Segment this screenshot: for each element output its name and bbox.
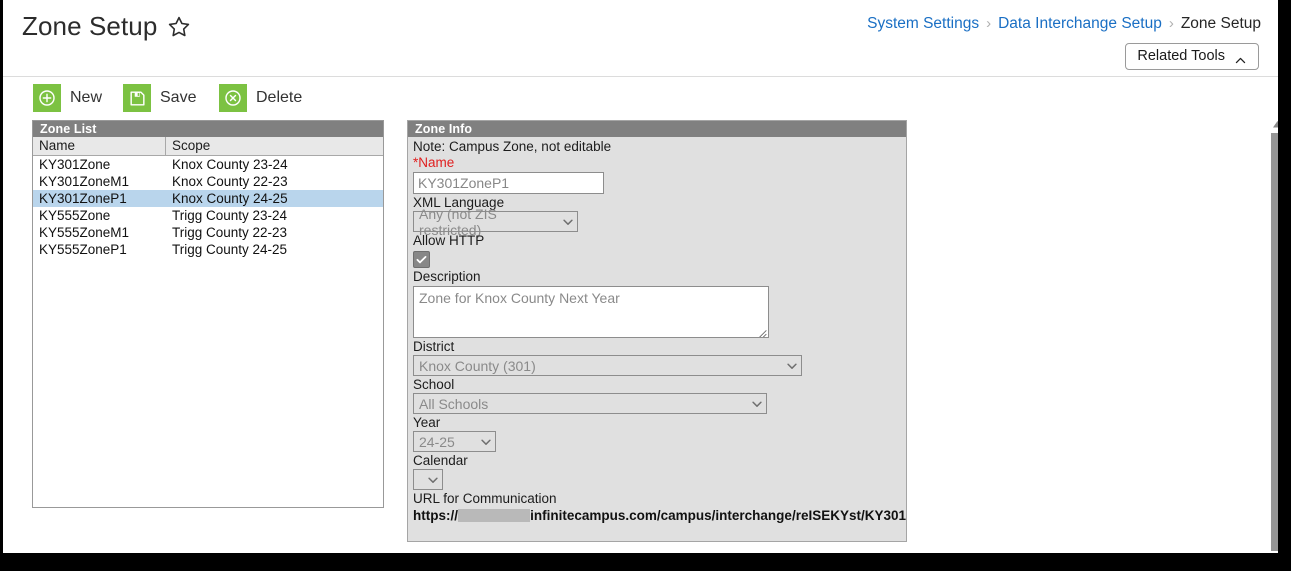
cell-name: KY301Zone [39, 157, 111, 172]
star-outline-icon[interactable] [167, 15, 191, 39]
url-label: URL for Communication [413, 491, 557, 506]
table-row[interactable]: KY555Zone Trigg County 23-24 [33, 207, 383, 224]
year-select[interactable]: 24-25 [413, 431, 496, 452]
cell-scope: Trigg County 23-24 [172, 208, 288, 223]
action-toolbar: New Save Delete [3, 76, 1285, 119]
cell-scope: Trigg County 22-23 [172, 225, 288, 240]
window-frame-left [0, 0, 3, 553]
cell-name: KY555ZoneM1 [39, 225, 130, 240]
zone-list-header-row: Name Scope [33, 137, 383, 156]
chevron-down-icon [785, 359, 799, 373]
resize-grip-icon[interactable] [756, 325, 767, 337]
district-label: District [413, 339, 455, 354]
calendar-label: Calendar [413, 453, 468, 468]
page-header: Zone Setup System Settings › Data Intercha… [3, 0, 1285, 70]
zone-info-panel: Zone Info Note: Campus Zone, not editabl… [407, 120, 907, 542]
breadcrumb-item-system-settings[interactable]: System Settings [867, 15, 979, 32]
zone-list-panel: Zone List Name Scope KY301Zone Knox Coun… [32, 120, 384, 508]
new-button-label: New [70, 89, 103, 106]
breadcrumb: System Settings › Data Interchange Setup › Z… [867, 15, 1261, 33]
cell-name: KY301ZoneM1 [39, 174, 130, 189]
redaction-block [458, 509, 531, 522]
district-select[interactable]: Knox County (301) [413, 355, 802, 376]
chevron-down-icon [750, 397, 764, 411]
school-value: All Schools [419, 395, 489, 412]
table-row-selected[interactable]: KY301ZoneP1 Knox County 24-25 [33, 190, 383, 207]
breadcrumb-separator: › [986, 15, 992, 32]
window-frame-bottom [0, 553, 1291, 571]
cell-scope: Knox County 22-23 [172, 174, 288, 189]
save-button[interactable]: Save [123, 83, 196, 113]
window-frame-right [1278, 0, 1291, 553]
description-textarea[interactable]: Zone for Knox County Next Year [413, 286, 769, 338]
table-row[interactable]: KY301ZoneM1 Knox County 22-23 [33, 173, 383, 190]
name-label: *Name [413, 155, 455, 170]
school-label: School [413, 377, 455, 392]
cell-name: KY555ZoneP1 [39, 242, 127, 257]
name-field[interactable]: KY301ZoneP1 [413, 172, 604, 194]
url-prefix: https:// [413, 508, 458, 523]
related-tools-button[interactable]: Related Tools [1125, 43, 1259, 70]
app-window: Zone Setup System Settings › Data Intercha… [3, 0, 1285, 553]
zone-list-title: Zone List [33, 121, 383, 137]
table-row[interactable]: KY301Zone Knox County 23-24 [33, 156, 383, 173]
district-value: Knox County (301) [419, 357, 536, 374]
url-value: https:// infinitecampus.com/campus/interc… [413, 508, 906, 523]
zone-info-note: Note: Campus Zone, not editable [413, 139, 612, 154]
description-value: Zone for Knox County Next Year [419, 290, 620, 306]
breadcrumb-item-data-interchange-setup[interactable]: Data Interchange Setup [998, 15, 1162, 32]
cell-name: KY301ZoneP1 [39, 191, 127, 206]
save-button-label: Save [160, 89, 197, 106]
chevron-down-icon [561, 215, 575, 229]
calendar-select[interactable] [413, 469, 443, 490]
page-title: Zone Setup [22, 11, 158, 41]
table-row[interactable]: KY555ZoneP1 Trigg County 24-25 [33, 241, 383, 258]
cell-scope: Knox County 23-24 [172, 157, 288, 172]
year-label: Year [413, 415, 441, 430]
cell-scope: Knox County 24-25 [172, 191, 288, 206]
school-select[interactable]: All Schools [413, 393, 767, 414]
zone-info-title: Zone Info [408, 121, 906, 137]
chevron-up-icon [1234, 50, 1247, 64]
new-button[interactable]: New [33, 83, 102, 113]
related-tools-label: Related Tools [1137, 48, 1225, 64]
table-row[interactable]: KY555ZoneM1 Trigg County 22-23 [33, 224, 383, 241]
allow-http-checkbox[interactable] [413, 251, 430, 268]
year-value: 24-25 [419, 433, 455, 450]
x-circle-icon [219, 84, 247, 112]
column-header-name[interactable]: Name [33, 137, 166, 155]
chevron-down-icon [479, 435, 493, 449]
delete-button[interactable]: Delete [219, 83, 302, 113]
breadcrumb-separator: › [1168, 15, 1174, 32]
url-suffix: infinitecampus.com/campus/interchange/re… [530, 508, 906, 523]
delete-button-label: Delete [256, 89, 303, 106]
column-header-scope[interactable]: Scope [166, 137, 383, 155]
cell-scope: Trigg County 24-25 [172, 242, 288, 257]
xml-language-select[interactable]: Any (not ZIS restricted) [413, 206, 578, 238]
cell-name: KY555Zone [39, 208, 111, 223]
floppy-disk-icon [123, 84, 151, 112]
chevron-down-icon [426, 473, 440, 487]
description-label: Description [413, 269, 481, 284]
plus-circle-icon [33, 84, 61, 112]
breadcrumb-item-zone-setup: Zone Setup [1180, 15, 1261, 32]
